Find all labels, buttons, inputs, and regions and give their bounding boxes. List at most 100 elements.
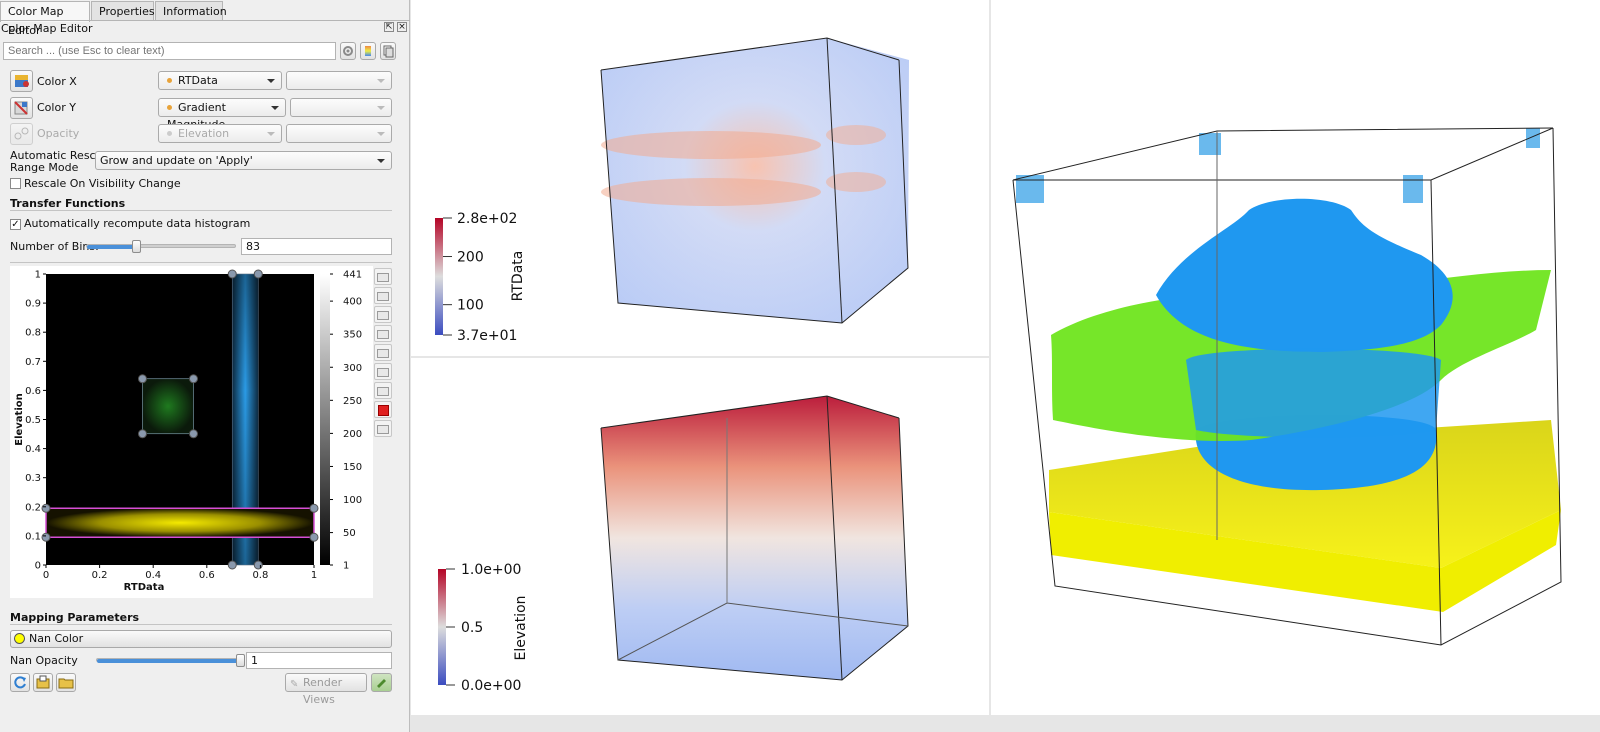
x-tick-label: 0.4 [145,570,161,581]
tab-properties[interactable]: Properties [91,1,155,20]
point-data-icon [167,131,172,136]
add-point-icon[interactable] [374,287,392,304]
settings-icon[interactable] [374,420,392,437]
tf-control-point[interactable] [137,429,147,439]
color-legend-icon[interactable] [360,42,376,60]
remove-point-icon[interactable] [374,306,392,323]
tf-y-axis-label: Elevation [14,393,25,446]
bins-slider-handle[interactable] [131,240,141,253]
tab-color-map-editor[interactable]: Color Map Editor [0,1,90,37]
gear-icon[interactable] [340,42,356,60]
nan-opacity-slider-handle[interactable] [236,654,245,667]
histogram-tick-label: 200 [343,429,362,440]
point-data-icon [167,78,172,83]
chevron-down-icon [377,132,385,136]
tf-control-point[interactable] [309,532,319,542]
chevron-down-icon [377,106,385,110]
refresh-icon[interactable] [10,673,30,692]
elevation-volume-render[interactable]: 1.0e+00 0.5 0.0e+00 Elevation [411,358,989,715]
tf-control-point[interactable] [188,429,198,439]
auto-render-icon[interactable] [371,673,392,692]
blue-surface-upper [1156,198,1453,352]
save-preset-icon[interactable] [33,673,53,692]
color-x-component-select[interactable] [286,71,392,90]
nan-opacity-slider[interactable] [96,658,241,663]
composite-volume-render[interactable] [991,0,1600,715]
move-point-icon[interactable] [374,325,392,342]
tf-control-point[interactable] [137,374,147,384]
close-icon[interactable]: × [397,22,407,32]
opacity-array-value: Elevation [178,127,230,140]
tf-yellow-region[interactable] [46,508,314,538]
open-preset-icon[interactable] [56,673,76,692]
tf-control-point[interactable] [227,269,237,279]
tf-green-region[interactable] [142,378,194,435]
histogram-tick-label: 50 [343,528,356,539]
elevation-volume [601,396,908,680]
tf-control-point[interactable] [253,560,263,570]
blue-corner-blob [1199,133,1221,155]
bins-input[interactable]: 83 [241,238,392,255]
tf-control-point[interactable] [253,269,263,279]
blue-corner-blob [1016,175,1044,203]
render-view-3d[interactable] [991,0,1600,715]
color-y-component-select[interactable] [290,98,392,117]
histogram-tick-label: 150 [343,462,362,473]
record-icon[interactable] [374,401,392,418]
layers-icon[interactable] [374,363,392,380]
opacity-array-select[interactable]: Elevation [158,124,282,143]
undock-icon[interactable]: ⇱ [384,22,394,32]
nan-opacity-input[interactable]: 1 [246,652,392,669]
render-view-rtdata[interactable]: 2.8e+02 200 100 3.7e+01 RTData [411,0,989,356]
clone-icon[interactable] [374,382,392,399]
section-divider [10,624,392,625]
edit-points-icon[interactable] [374,268,392,285]
rtdata-band [601,178,821,206]
color-x-label: Color X [37,75,77,88]
transfer-function-plot[interactable]: 0 0.2 0.4 0.6 0.8 1 0 0.1 0.2 0.3 0.4 0.5 0.6 0.7 0.8 0… [10,266,373,598]
choose-preset-y-icon[interactable] [10,97,33,119]
opacity-component-select[interactable] [286,124,392,143]
elevation-scalar-bar-title: Elevation [513,595,529,660]
nan-opacity-slider-fill [97,659,241,663]
color-y-array-select[interactable]: Gradient Magnitude [158,98,286,131]
y-tick-label: 1 [35,270,41,281]
bins-slider[interactable] [86,244,236,249]
choose-preset-x-icon[interactable] [10,70,33,92]
rescale-mode-select[interactable]: Grow and update on 'Apply' [95,151,392,170]
histogram-tick-label: 400 [343,297,362,308]
rotate-icon[interactable] [374,344,392,361]
histogram-tick-label: 250 [343,396,362,407]
auto-histogram-checkbox[interactable]: ✓ [10,219,21,230]
render-view-elevation[interactable]: 1.0e+00 0.5 0.0e+00 Elevation [411,358,989,715]
nan-color-button[interactable]: Nan Color [10,630,392,648]
rtdata-volume-render[interactable]: 2.8e+02 200 100 3.7e+01 RTData [411,0,989,356]
tf-control-point[interactable] [309,503,319,513]
transfer-functions-title: Transfer Functions [10,197,126,210]
nan-color-label: Nan Color [29,632,84,645]
search-input[interactable] [3,42,336,60]
tab-label: Properties [99,5,155,18]
render-views-button[interactable]: ✎ Render Views [285,673,367,706]
tf-control-point[interactable] [227,560,237,570]
rtdata-bar-tick-label: 200 [457,250,484,266]
tab-label: Information [163,5,227,18]
y-tick-label: 0 [35,561,41,572]
tf-control-point[interactable] [41,532,51,542]
y-tick-label: 0.3 [25,473,41,484]
y-tick-label: 0.4 [25,444,41,455]
color-x-array-select[interactable]: RTData [158,71,282,90]
y-tick-label: 0.6 [25,386,41,397]
tab-information[interactable]: Information [155,1,227,20]
histogram-tick-label: 300 [343,363,362,374]
rescale-visibility-checkbox[interactable] [10,178,21,189]
tf-control-point[interactable] [188,374,198,384]
tf-control-point[interactable] [41,503,51,513]
copy-icon[interactable] [380,42,396,60]
transfer-function-2d-chart[interactable]: 0 0.2 0.4 0.6 0.8 1 0 0.1 0.2 0.3 0.4 0.5 0.6 0.7 0.8 0… [10,266,373,598]
opacity-preset-icon[interactable] [10,123,33,145]
rtdata-band [826,125,886,145]
color-y-label: Color Y [37,101,76,114]
histogram-tick-label: 441 [343,270,362,281]
rescale-mode-value: Grow and update on 'Apply' [100,154,253,167]
